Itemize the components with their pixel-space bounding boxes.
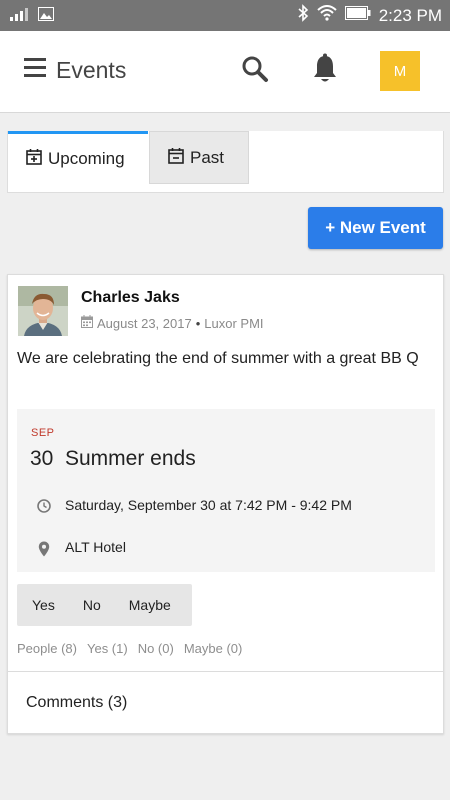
app-bar: Events M [0, 31, 450, 113]
rsvp-maybe-button[interactable]: Maybe [115, 584, 185, 626]
location-pin-icon [38, 541, 50, 562]
calendar-icon [81, 315, 93, 331]
bell-icon[interactable] [311, 53, 339, 90]
author-name[interactable]: Charles Jaks [81, 289, 180, 307]
rsvp-button-group: Yes No Maybe [17, 584, 192, 626]
tab-bar: Upcoming Past [7, 131, 444, 193]
clock-icon [37, 499, 51, 518]
rsvp-no-button[interactable]: No [69, 584, 115, 626]
tab-past[interactable]: Past [149, 131, 249, 184]
rsvp-counts: People (8) Yes (1) No (0) Maybe (0) [17, 641, 242, 656]
yes-count[interactable]: Yes (1) [87, 641, 128, 656]
tab-upcoming[interactable]: Upcoming [8, 131, 148, 184]
tab-upcoming-label: Upcoming [48, 149, 125, 168]
status-bar: 2:23 PM [0, 0, 450, 31]
event-title: Summer ends [65, 447, 196, 470]
status-time: 2:23 PM [378, 5, 442, 25]
event-location: ALT Hotel [65, 539, 126, 555]
event-time: Saturday, September 30 at 7:42 PM - 9:42… [65, 497, 352, 513]
event-month: SEP [31, 427, 55, 439]
signal-icon [10, 7, 30, 26]
event-details[interactable]: SEP 30 Summer ends Saturday, September 3… [17, 409, 435, 572]
author-avatar[interactable] [18, 286, 68, 336]
new-event-button[interactable]: + New Event [308, 207, 443, 249]
search-icon[interactable] [241, 55, 269, 88]
people-count[interactable]: People (8) [17, 641, 77, 656]
event-post-card: Charles Jaks August 23, 2017 • Luxor PMI… [7, 274, 444, 734]
maybe-count[interactable]: Maybe (0) [184, 641, 243, 656]
no-count[interactable]: No (0) [138, 641, 174, 656]
menu-icon[interactable] [24, 58, 46, 78]
post-text: We are celebrating the end of summer wit… [17, 350, 419, 367]
event-day: 30 [30, 447, 54, 470]
calendar-minus-icon [168, 147, 184, 169]
battery-icon [344, 6, 371, 25]
bluetooth-icon [297, 4, 309, 27]
meta-separator: • [195, 315, 201, 331]
wifi-icon [317, 5, 337, 26]
post-meta: August 23, 2017 • Luxor PMI [81, 315, 264, 331]
rsvp-yes-button[interactable]: Yes [17, 584, 69, 626]
user-avatar[interactable]: M [380, 51, 420, 91]
comments-toggle[interactable]: Comments (3) [8, 671, 443, 733]
image-icon [38, 7, 54, 26]
group-name[interactable]: Luxor PMI [204, 316, 263, 331]
calendar-plus-icon [26, 148, 42, 170]
post-date: August 23, 2017 [97, 315, 192, 331]
page-title: Events [56, 57, 127, 83]
tab-past-label: Past [190, 147, 225, 167]
